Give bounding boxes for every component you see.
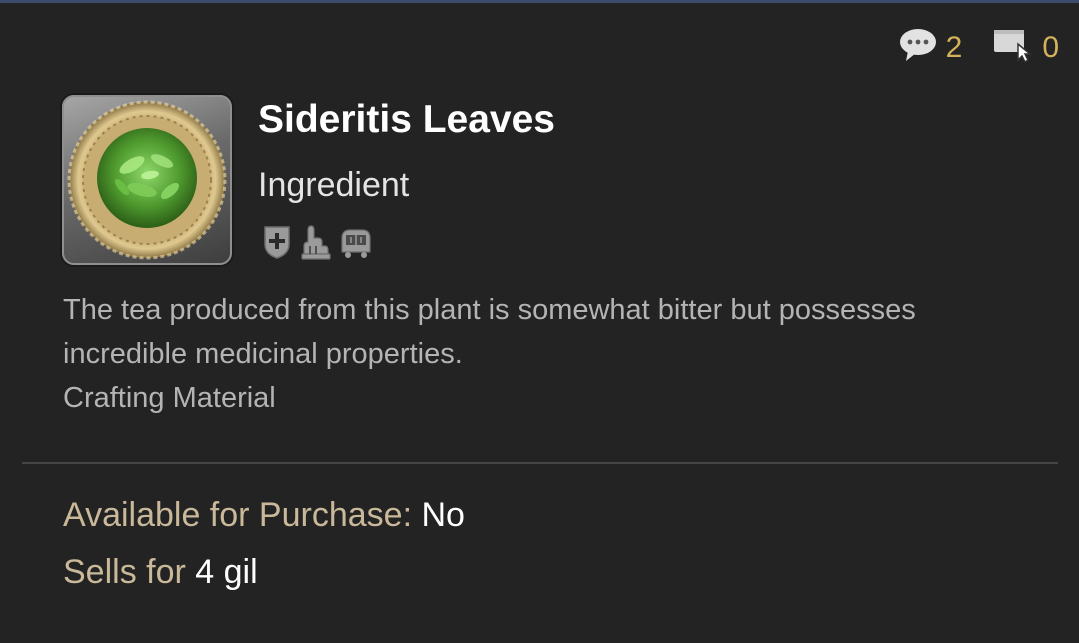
macro-window-icon xyxy=(992,26,1034,69)
purchase-value: No xyxy=(421,496,465,534)
purchase-label: Available for Purchase: xyxy=(63,496,413,534)
sells-row: Sells for 4 gil xyxy=(63,551,258,593)
sells-label: Sells for xyxy=(63,553,186,591)
cart-icon xyxy=(338,224,374,265)
comments-count: 2 xyxy=(945,30,963,64)
macros-count: 0 xyxy=(1042,30,1059,64)
description-line: incredible medicinal properties. xyxy=(63,338,463,370)
shield-plus-icon xyxy=(262,224,292,265)
sells-value: 4 gil xyxy=(195,553,258,591)
macros-counter[interactable]: 0 xyxy=(992,26,1059,69)
item-category: Ingredient xyxy=(258,166,410,204)
counters: 2 0 xyxy=(898,26,1059,69)
description-line: The tea produced from this plant is some… xyxy=(63,294,916,326)
hand-icon xyxy=(298,224,332,265)
item-description: The tea produced from this plant is some… xyxy=(63,288,1043,420)
divider xyxy=(22,462,1058,464)
item-type: Crafting Material xyxy=(63,382,276,414)
basket-of-green-leaves-icon xyxy=(67,100,227,260)
top-border xyxy=(0,0,1079,3)
item-name: Sideritis Leaves xyxy=(258,98,555,141)
item-icon xyxy=(62,95,232,265)
comments-counter[interactable]: 2 xyxy=(898,27,963,68)
speech-bubble-icon xyxy=(898,27,938,68)
job-icons xyxy=(262,224,374,265)
purchase-row: Available for Purchase: No xyxy=(63,494,465,536)
